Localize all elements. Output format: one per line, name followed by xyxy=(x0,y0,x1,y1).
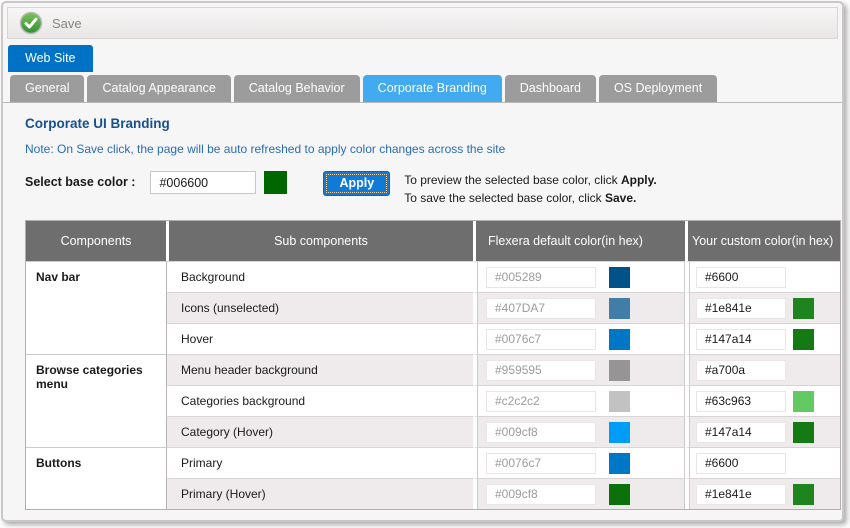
default-hex-input: #407DA7 xyxy=(486,298,596,319)
default-color-swatch xyxy=(609,391,630,412)
default-color-swatch xyxy=(609,453,630,474)
custom-hex-input[interactable]: #1e841e xyxy=(696,484,786,505)
default-color-swatch xyxy=(609,422,630,443)
tab-corporate-branding[interactable]: Corporate Branding xyxy=(363,75,502,102)
default-color-cell: #c2c2c2 xyxy=(473,385,685,416)
default-color-swatch xyxy=(609,329,630,350)
default-color-swatch xyxy=(609,267,630,288)
table-row: ButtonsPrimary#0076c7#6600 xyxy=(26,447,840,478)
save-button-label: Save xyxy=(52,16,82,31)
branding-table: Components Sub components Flexera defaul… xyxy=(25,220,841,510)
custom-color-swatch xyxy=(793,484,814,505)
tab-general[interactable]: General xyxy=(10,75,84,102)
save-check-icon xyxy=(19,11,43,35)
custom-color-cell: #1e841e xyxy=(685,478,840,509)
default-hex-input: #005289 xyxy=(486,267,596,288)
custom-hex-input[interactable]: #63c963 xyxy=(696,391,786,412)
header-custom-color: Your custom color(in hex) xyxy=(685,221,840,261)
hint-apply: To preview the selected base color, clic… xyxy=(404,171,657,189)
default-color-cell: #959595 xyxy=(473,354,685,385)
site-tab-row: Web Site xyxy=(3,45,842,72)
sub-component-cell: Menu header background xyxy=(166,354,473,385)
default-color-cell: #009cf8 xyxy=(473,478,685,509)
tab-web-site[interactable]: Web Site xyxy=(8,45,93,72)
component-cell: Buttons xyxy=(26,447,166,509)
apply-save-hints: To preview the selected base color, clic… xyxy=(404,171,657,207)
base-color-input[interactable]: #006600 xyxy=(150,171,256,194)
custom-hex-input[interactable]: #6600 xyxy=(696,267,786,288)
custom-color-swatch xyxy=(793,422,814,443)
default-color-swatch xyxy=(609,360,630,381)
custom-hex-input[interactable]: #6600 xyxy=(696,453,786,474)
table-row: Browse categories menuMenu header backgr… xyxy=(26,354,840,385)
sub-component-cell: Primary xyxy=(166,447,473,478)
apply-button[interactable]: Apply xyxy=(323,171,390,196)
default-hex-input: #0076c7 xyxy=(486,453,596,474)
default-hex-input: #c2c2c2 xyxy=(486,391,596,412)
tab-content: Corporate UI Branding Note: On Save clic… xyxy=(3,103,842,510)
sub-component-cell: Icons (unselected) xyxy=(166,292,473,323)
default-color-swatch xyxy=(609,298,630,319)
custom-color-swatch xyxy=(793,391,814,412)
tab-bar: General Catalog Appearance Catalog Behav… xyxy=(3,75,842,103)
sub-component-cell: Hover xyxy=(166,323,473,354)
tab-dashboard[interactable]: Dashboard xyxy=(505,75,596,102)
default-hex-input: #009cf8 xyxy=(486,484,596,505)
default-color-cell: #0076c7 xyxy=(473,447,685,478)
base-color-label: Select base color : xyxy=(25,171,135,189)
tab-catalog-behavior[interactable]: Catalog Behavior xyxy=(234,75,360,102)
default-color-cell: #0076c7 xyxy=(473,323,685,354)
sub-component-cell: Categories background xyxy=(166,385,473,416)
save-button[interactable]: Save xyxy=(8,8,96,38)
component-cell: Browse categories menu xyxy=(26,354,166,447)
base-color-row: Select base color : #006600 Apply To pre… xyxy=(25,171,842,207)
header-sub-components: Sub components xyxy=(166,221,473,261)
sub-component-cell: Background xyxy=(166,261,473,292)
custom-color-cell: #147a14 xyxy=(685,323,840,354)
default-color-cell: #009cf8 xyxy=(473,416,685,447)
custom-color-swatch xyxy=(793,329,814,350)
settings-window: Save Web Site General Catalog Appearance… xyxy=(1,1,844,522)
default-color-swatch xyxy=(609,484,630,505)
table-row: Nav barBackground#005289#6600 xyxy=(26,261,840,292)
page-title: Corporate UI Branding xyxy=(25,116,842,131)
default-hex-input: #0076c7 xyxy=(486,329,596,350)
custom-color-swatch xyxy=(793,298,814,319)
table-header-row: Components Sub components Flexera defaul… xyxy=(26,221,840,261)
tab-os-deployment[interactable]: OS Deployment xyxy=(599,75,717,102)
custom-color-cell: #6600 xyxy=(685,447,840,478)
default-hex-input: #959595 xyxy=(486,360,596,381)
hint-save: To save the selected base color, click S… xyxy=(404,189,657,207)
custom-color-cell: #147a14 xyxy=(685,416,840,447)
header-components: Components xyxy=(26,221,166,261)
custom-color-cell: #6600 xyxy=(685,261,840,292)
custom-color-cell: #1e841e xyxy=(685,292,840,323)
header-default-color: Flexera default color(in hex) xyxy=(473,221,685,261)
custom-hex-input[interactable]: #a700a xyxy=(696,360,786,381)
toolbar: Save xyxy=(7,7,838,39)
default-color-cell: #005289 xyxy=(473,261,685,292)
custom-color-cell: #a700a xyxy=(685,354,840,385)
auto-refresh-note: Note: On Save click, the page will be au… xyxy=(25,142,842,156)
base-color-swatch xyxy=(264,171,287,194)
custom-hex-input[interactable]: #147a14 xyxy=(696,422,786,443)
default-hex-input: #009cf8 xyxy=(486,422,596,443)
custom-hex-input[interactable]: #147a14 xyxy=(696,329,786,350)
tab-catalog-appearance[interactable]: Catalog Appearance xyxy=(87,75,230,102)
component-cell: Nav bar xyxy=(26,261,166,354)
default-color-cell: #407DA7 xyxy=(473,292,685,323)
sub-component-cell: Category (Hover) xyxy=(166,416,473,447)
sub-component-cell: Primary (Hover) xyxy=(166,478,473,509)
custom-color-cell: #63c963 xyxy=(685,385,840,416)
custom-hex-input[interactable]: #1e841e xyxy=(696,298,786,319)
